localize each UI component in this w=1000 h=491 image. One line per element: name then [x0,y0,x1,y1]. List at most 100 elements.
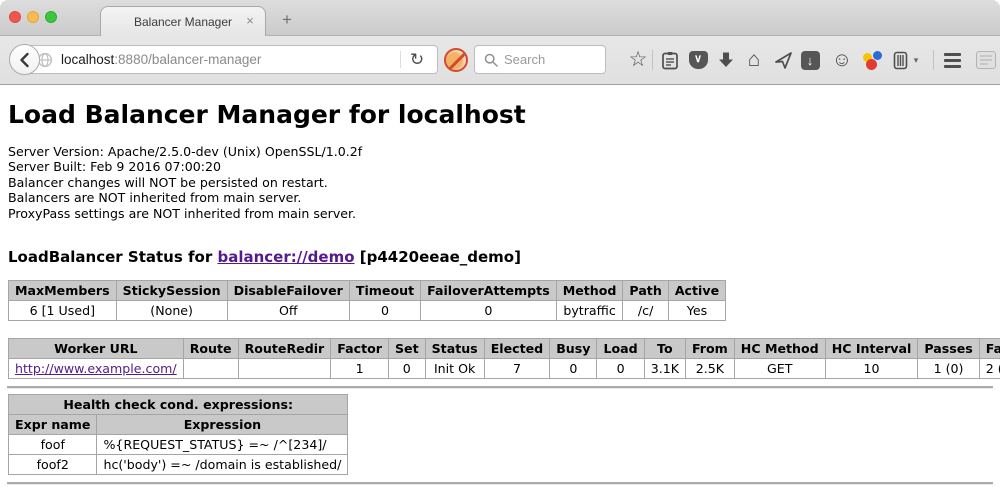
toolbar-divider [933,50,934,70]
search-placeholder: Search [504,52,545,67]
col-elected: Elected [484,339,550,359]
col-path: Path [623,281,668,301]
cell-active: Yes [668,301,725,321]
container-icon [893,51,908,70]
col-hc-method: HC Method [734,339,825,359]
cell-expression: hc('body') =~ /domain is established/ [97,455,348,475]
grid-icon [976,51,996,69]
cell-disablefailover: Off [227,301,349,321]
table-row: http://www.example.com/ 1 0 Init Ok 7 0 … [9,359,1000,379]
cell-route [183,359,238,379]
cell-hc-interval: 10 [825,359,918,379]
col-expr-name: Expr name [9,415,97,435]
col-status: Status [425,339,484,359]
balancer-demo-link[interactable]: balancer://demo [217,248,354,266]
colored-dots-icon [862,50,882,70]
page-content: Load Balancer Manager for localhost Serv… [0,86,1000,491]
loadbalancer-status-heading: LoadBalancer Status for balancer://demo … [8,248,992,266]
worker-url-link[interactable]: http://www.example.com/ [15,361,177,376]
reading-list-button[interactable] [656,46,684,74]
col-stickysession: StickySession [116,281,227,301]
table-row: foof2 hc('body') =~ /domain is establish… [9,455,348,475]
menu-button[interactable] [938,46,966,74]
col-passes: Passes [918,339,979,359]
pocket-button[interactable]: ∨ [684,46,712,74]
cell-fails: 2 (0) [979,359,1000,379]
download-manager-extension-button[interactable]: ↓ [796,46,824,74]
tab-title: Balancer Manager [134,15,232,29]
col-expression: Expression [97,415,348,435]
col-route: Route [183,339,238,359]
cell-failoverattempts: 0 [421,301,557,321]
home-icon: ⌂ [748,48,761,72]
cell-expr-name: foof2 [9,455,97,475]
col-to: To [644,339,685,359]
url-host: localhost [61,52,114,67]
worker-status-table: Worker URL Route RouteRedir Factor Set S… [8,338,1000,379]
back-button[interactable] [9,44,40,75]
download-arrow-icon [718,51,734,69]
cell-passes: 1 (0) [918,359,979,379]
send-tab-button[interactable] [769,46,797,74]
url-bar[interactable]: localhost:8880/balancer-manager ↻ [24,45,438,74]
cell-busy: 0 [550,359,597,379]
table-row: 6 [1 Used] (None) Off 0 0 bytraffic /c/ … [9,301,726,321]
cell-expression: %{REQUEST_STATUS} =~ /^[234]/ [97,435,348,455]
tab-groups-button[interactable] [972,46,1000,74]
clipboard-icon [661,51,679,70]
table-row: foof %{REQUEST_STATUS} =~ /^[234]/ [9,435,348,455]
server-version-line: Server Version: Apache/2.5.0-dev (Unix) … [8,144,992,159]
cell-from: 2.5K [685,359,734,379]
tab-balancer-manager[interactable]: Balancer Manager × [100,6,266,36]
col-factor: Factor [331,339,389,359]
smiley-icon: ☺ [832,49,852,72]
bottom-divider [7,482,993,485]
health-check-table: Health check cond. expressions: Expr nam… [8,394,348,475]
pocket-icon: ∨ [689,51,708,69]
section-divider [7,386,993,389]
table-header-row: Worker URL Route RouteRedir Factor Set S… [9,339,1000,359]
cell-routeredir [238,359,331,379]
proxypass-notice-line: ProxyPass settings are NOT inherited fro… [8,206,992,221]
tab-close-icon[interactable]: × [242,13,258,29]
cell-set: 0 [388,359,425,379]
url-path: :8880/balancer-manager [114,52,261,67]
star-icon: ☆ [629,46,648,74]
col-set: Set [388,339,425,359]
col-failoverattempts: FailoverAttempts [421,281,557,301]
toolbar-divider [652,50,653,70]
cell-to: 3.1K [644,359,685,379]
downloads-button[interactable] [712,46,740,74]
new-tab-button[interactable]: + [276,8,298,32]
balancer-settings-table: MaxMembers StickySession DisableFailover… [8,280,726,321]
col-load: Load [597,339,644,359]
colored-dots-extension-button[interactable] [858,46,886,74]
window-close-button[interactable] [9,11,21,23]
browser-chrome: Balancer Manager × + localhost:8880/bala… [0,0,1000,85]
container-dropdown-button[interactable]: ▾ [908,46,924,74]
home-button[interactable]: ⌂ [740,46,768,74]
feedback-extension-button[interactable]: ☺ [828,46,856,74]
table-caption-row: Health check cond. expressions: [9,395,348,415]
url-text[interactable]: localhost:8880/balancer-manager [61,52,261,67]
urlbar-divider [400,51,401,68]
col-worker-url: Worker URL [9,339,184,359]
reload-button[interactable]: ↻ [404,46,430,73]
cell-hc-method: GET [734,359,825,379]
col-from: From [685,339,734,359]
server-built-line: Server Built: Feb 9 2016 07:00:20 [8,159,992,174]
cell-expr-name: foof [9,435,97,455]
back-arrow-icon [17,52,33,68]
paper-plane-icon [774,51,793,70]
window-zoom-button[interactable] [45,11,57,23]
col-hc-interval: HC Interval [825,339,918,359]
search-bar[interactable]: Search [474,45,606,74]
page-title: Load Balancer Manager for localhost [8,100,992,129]
col-busy: Busy [550,339,597,359]
health-check-caption: Health check cond. expressions: [9,395,348,415]
cell-path: /c/ [623,301,668,321]
window-minimize-button[interactable] [27,11,39,23]
bookmark-star-button[interactable]: ☆ [624,46,652,74]
status-prefix: LoadBalancer Status for [8,248,217,266]
adblock-extension-icon[interactable] [444,48,468,72]
